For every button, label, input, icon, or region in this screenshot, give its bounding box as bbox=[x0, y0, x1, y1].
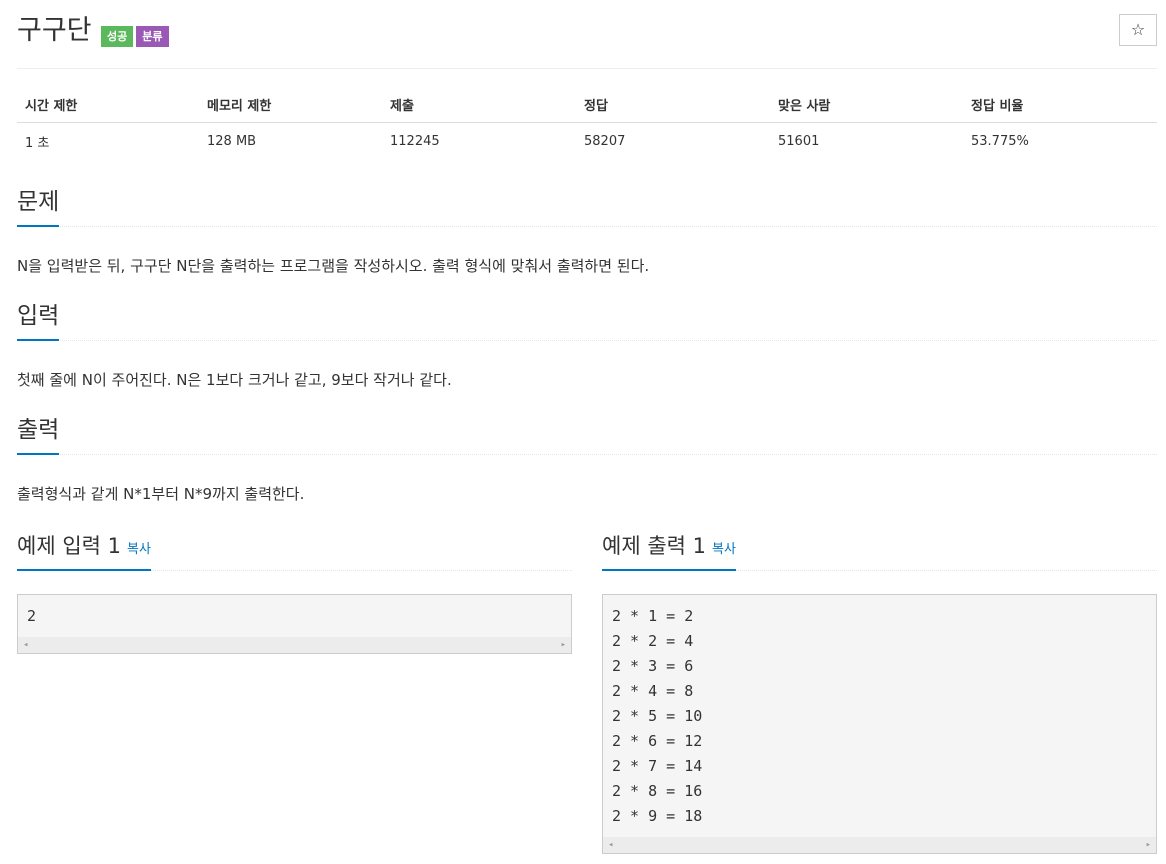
horizontal-scrollbar[interactable]: ◂ ▸ bbox=[603, 837, 1156, 853]
copy-sample-input-button[interactable]: 복사 bbox=[127, 542, 151, 557]
input-description: 첫째 줄에 N이 주어진다. N은 1보다 크거나 같고, 9보다 작거나 같다… bbox=[17, 371, 452, 389]
header-time-limit: 시간 제한 bbox=[17, 86, 199, 123]
value-solved-users[interactable]: 51601 bbox=[770, 123, 963, 160]
copy-sample-output-button[interactable]: 복사 bbox=[712, 542, 736, 557]
success-badge[interactable]: 성공 bbox=[101, 26, 134, 47]
sample-input-header: 예제 입력 1 복사 bbox=[17, 531, 572, 571]
output-section-header: 출력 bbox=[17, 414, 1157, 455]
input-section-title: 입력 bbox=[17, 300, 60, 341]
sample-output-title-wrap: 예제 출력 1 복사 bbox=[602, 531, 736, 571]
value-accepted[interactable]: 58207 bbox=[576, 123, 770, 160]
info-header-row: 시간 제한 메모리 제한 제출 정답 맞은 사람 정답 비율 bbox=[17, 86, 1157, 123]
problem-description: N을 입력받은 뒤, 구구단 N단을 출력하는 프로그램을 작성하시오. 출력 … bbox=[17, 257, 650, 275]
scroll-right-icon[interactable]: ▸ bbox=[561, 637, 566, 653]
problem-section-title: 문제 bbox=[17, 186, 60, 227]
value-time-limit: 1 초 bbox=[25, 135, 50, 151]
header-solved-users: 맞은 사람 bbox=[770, 86, 963, 123]
header-accepted: 정답 bbox=[576, 86, 770, 123]
scroll-right-icon[interactable]: ▸ bbox=[1146, 837, 1151, 853]
sample-output-content: 2 * 1 = 2 2 * 2 = 4 2 * 3 = 6 2 * 4 = 8 … bbox=[612, 607, 703, 825]
problem-labels: 성공 분류 bbox=[101, 26, 169, 47]
favorite-button[interactable]: ☆ bbox=[1119, 14, 1157, 46]
horizontal-scrollbar[interactable]: ◂ ▸ bbox=[18, 637, 571, 653]
problem-page: 구구단 성공 분류 ☆ 시간 제한 메모리 제한 제출 정답 맞은 사람 정답 … bbox=[17, 0, 1157, 854]
info-value-row: 1 초 128 MB 112245 58207 51601 53.775% bbox=[17, 123, 1157, 160]
input-section-header: 입력 bbox=[17, 300, 1157, 341]
problem-section-header: 문제 bbox=[17, 186, 1157, 227]
problem-info-table: 시간 제한 메모리 제한 제출 정답 맞은 사람 정답 비율 1 초 128 M… bbox=[17, 86, 1157, 159]
sample-input-box[interactable]: 2 ◂ ▸ bbox=[17, 594, 572, 654]
output-description: 출력형식과 같게 N*1부터 N*9까지 출력한다. bbox=[17, 485, 305, 503]
value-submissions[interactable]: 112245 bbox=[382, 123, 576, 160]
sample-input-title: 예제 입력 1 bbox=[17, 534, 121, 558]
star-icon: ☆ bbox=[1130, 20, 1146, 39]
header-accept-ratio: 정답 비율 bbox=[963, 86, 1157, 123]
header-memory-limit: 메모리 제한 bbox=[199, 86, 382, 123]
sample-input-title-wrap: 예제 입력 1 복사 bbox=[17, 531, 151, 571]
scroll-left-icon[interactable]: ◂ bbox=[608, 837, 613, 853]
sample-output-title: 예제 출력 1 bbox=[602, 534, 706, 558]
sample-output-header: 예제 출력 1 복사 bbox=[602, 531, 1157, 571]
header-submissions: 제출 bbox=[382, 86, 576, 123]
page-title: 구구단 bbox=[17, 15, 92, 46]
value-memory-limit: 128 MB bbox=[207, 133, 257, 149]
problem-header: 구구단 성공 분류 ☆ bbox=[17, 0, 1157, 69]
sample-input-content: 2 bbox=[27, 607, 37, 625]
scroll-left-icon[interactable]: ◂ bbox=[23, 637, 28, 653]
category-badge[interactable]: 분류 bbox=[136, 26, 169, 47]
sample-output-box[interactable]: 2 * 1 = 2 2 * 2 = 4 2 * 3 = 6 2 * 4 = 8 … bbox=[602, 594, 1157, 854]
value-accept-ratio: 53.775% bbox=[971, 133, 1029, 149]
output-section-title: 출력 bbox=[17, 414, 60, 455]
